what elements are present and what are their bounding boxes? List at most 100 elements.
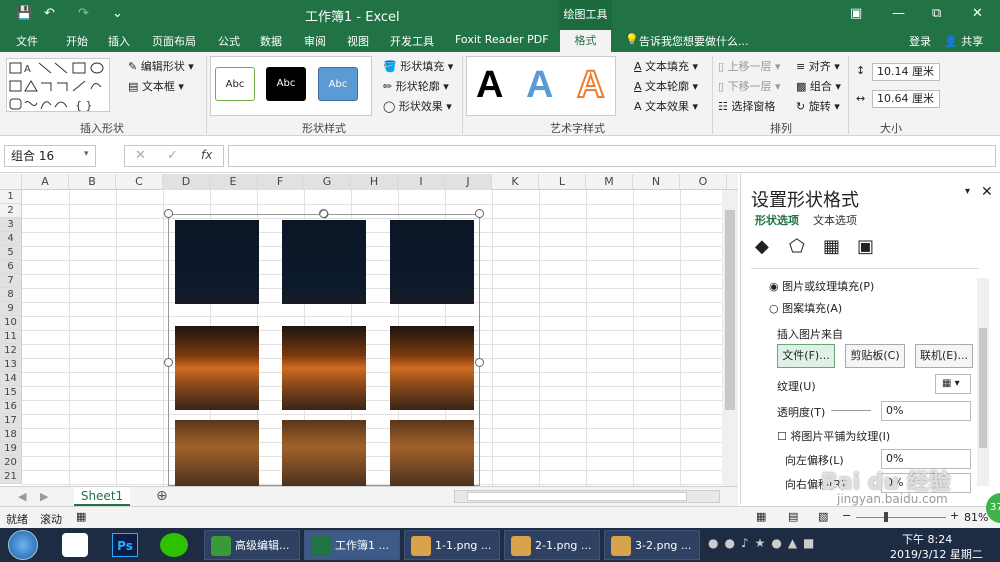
picture-tile[interactable] — [175, 220, 259, 304]
tab-formulas[interactable]: 公式 — [218, 33, 240, 49]
shape-width-input[interactable]: 10.64 厘米 — [872, 90, 940, 108]
column-header-E[interactable]: E — [210, 174, 257, 190]
shape-outline-button[interactable]: ✏ 形状轮廓 ▾ — [383, 78, 449, 94]
column-header-M[interactable]: M — [586, 174, 633, 190]
shape-effects-button[interactable]: ◯ 形状效果 ▾ — [383, 98, 452, 114]
tab-format[interactable]: 格式 — [560, 30, 611, 52]
row-header-5[interactable]: 5 — [0, 246, 22, 260]
resize-handle[interactable] — [475, 209, 484, 218]
row-header-12[interactable]: 12 — [0, 344, 22, 358]
shape-style-white[interactable]: Abc — [215, 67, 255, 101]
tab-text-options[interactable]: 文本选项 — [813, 212, 857, 228]
name-box[interactable]: 组合 16 — [4, 145, 96, 167]
text-outline-button[interactable]: A 文本轮廓 ▾ — [634, 78, 698, 94]
resize-handle[interactable] — [475, 358, 484, 367]
clock-date[interactable]: 2019/3/12 星期二 — [890, 546, 983, 562]
column-header-J[interactable]: J — [445, 174, 492, 190]
shapes-gallery[interactable]: A { } — [6, 58, 110, 112]
picture-fill-radio[interactable]: ◉ 图片或纹理填充(P) — [769, 278, 874, 294]
vertical-scrollbar[interactable] — [722, 190, 738, 486]
send-backward-button[interactable]: ▯ 下移一层 ▾ — [718, 78, 781, 94]
picture-tile[interactable] — [390, 326, 474, 410]
resize-handle[interactable] — [164, 209, 173, 218]
online-button[interactable]: 联机(E)... — [915, 344, 973, 368]
save-icon[interactable]: 💾 — [16, 6, 32, 21]
picture-tile[interactable] — [390, 420, 474, 486]
pane-scrollbar[interactable] — [977, 278, 989, 486]
shape-height-input[interactable]: 10.14 厘米 — [872, 63, 940, 81]
minimize-icon[interactable]: — — [892, 6, 905, 21]
row-header-1[interactable]: 1 — [0, 190, 22, 204]
picture-icon[interactable]: ▣ — [857, 236, 874, 257]
resize-handle[interactable] — [164, 358, 173, 367]
column-header-F[interactable]: F — [257, 174, 304, 190]
undo-icon[interactable]: ↶ — [44, 6, 55, 21]
text-fill-button[interactable]: A 文本填充 ▾ — [634, 58, 698, 74]
taskbar-item-image3[interactable]: 3-2.png ... — [604, 530, 700, 560]
fill-line-icon[interactable]: ◆ — [755, 236, 769, 257]
macro-record-icon[interactable]: ▦ — [76, 510, 86, 523]
next-sheet-icon[interactable]: ▶ — [40, 490, 48, 503]
rotate-handle-icon[interactable] — [318, 208, 330, 220]
tab-developer[interactable]: 开发工具 — [390, 33, 434, 49]
new-sheet-icon[interactable]: ⊕ — [156, 488, 168, 504]
column-header-K[interactable]: K — [492, 174, 539, 190]
prev-sheet-icon[interactable]: ◀ — [18, 490, 26, 503]
redo-icon[interactable]: ↷ — [78, 6, 89, 21]
sheet-tab-sheet1[interactable]: Sheet1 — [74, 487, 130, 506]
vertical-scroll-thumb[interactable] — [725, 210, 735, 410]
insert-function-button[interactable]: fx — [201, 148, 212, 162]
row-header-9[interactable]: 9 — [0, 302, 22, 316]
photoshop-icon[interactable]: Ps — [112, 533, 138, 557]
shape-fill-button[interactable]: 🪣 形状填充 ▾ — [383, 58, 453, 74]
column-header-H[interactable]: H — [351, 174, 398, 190]
edit-shape-button[interactable]: ✎ 编辑形状 ▾ — [128, 58, 194, 74]
zoom-slider-thumb[interactable] — [884, 512, 888, 522]
column-header-N[interactable]: N — [633, 174, 680, 190]
tab-page-layout[interactable]: 页面布局 — [152, 33, 196, 49]
page-break-view-icon[interactable]: ▧ — [818, 510, 828, 523]
taskbar-item-excel[interactable]: 工作簿1 ... — [304, 530, 400, 560]
column-header-D[interactable]: D — [163, 174, 210, 190]
zoom-slider[interactable] — [856, 517, 946, 518]
row-header-18[interactable]: 18 — [0, 428, 22, 442]
zoom-level[interactable]: 81% — [964, 511, 988, 524]
column-header-B[interactable]: B — [69, 174, 116, 190]
taskbar-item-editor[interactable]: 高级编辑... — [204, 530, 300, 560]
column-header-C[interactable]: C — [116, 174, 163, 190]
worksheet-grid[interactable]: ABCDEFGHIJKLMNO 1 2 3 4 5 6 7 8 9 10 11 12 13 14 15 16 1… — [0, 174, 738, 486]
tab-foxit[interactable]: Foxit Reader PDF — [455, 33, 549, 46]
row-header-7[interactable]: 7 — [0, 274, 22, 288]
ribbon-display-icon[interactable]: ▣ — [850, 6, 862, 21]
formula-input[interactable] — [228, 145, 996, 167]
row-header-2[interactable]: 2 — [0, 204, 22, 218]
picture-tile[interactable] — [282, 326, 366, 410]
picture-tile[interactable] — [175, 326, 259, 410]
picture-tile[interactable] — [390, 220, 474, 304]
zoom-out-icon[interactable]: − — [842, 509, 851, 522]
zoom-in-icon[interactable]: + — [950, 509, 959, 522]
text-effects-button[interactable]: A 文本效果 ▾ — [634, 98, 698, 114]
shape-style-black[interactable]: Abc — [266, 67, 306, 101]
taskbar-item-image1[interactable]: 1-1.png ... — [404, 530, 500, 560]
pinned-app-icon[interactable] — [62, 533, 88, 557]
tab-view[interactable]: 视图 — [347, 33, 369, 49]
column-header-G[interactable]: G — [304, 174, 351, 190]
row-header-20[interactable]: 20 — [0, 456, 22, 470]
size-properties-icon[interactable]: ▦ — [823, 236, 840, 257]
select-all-corner[interactable] — [0, 174, 22, 190]
tile-checkbox[interactable]: ☐ 将图片平铺为纹理(I) — [777, 428, 890, 444]
align-button[interactable]: ≡ 对齐 ▾ — [796, 58, 840, 74]
page-layout-view-icon[interactable]: ▤ — [788, 510, 798, 523]
effects-icon[interactable]: ⬠ — [789, 236, 805, 257]
selection-pane-button[interactable]: ☷ 选择窗格 — [718, 98, 775, 114]
tab-insert[interactable]: 插入 — [108, 33, 130, 49]
wordart-blue[interactable]: A — [526, 64, 553, 107]
shape-style-blue[interactable]: Abc — [318, 67, 358, 101]
horizontal-scrollbar[interactable] — [454, 490, 720, 503]
pane-close-icon[interactable]: ✕ — [981, 184, 993, 200]
textbox-button[interactable]: ▤ 文本框 ▾ — [128, 78, 184, 94]
tab-home[interactable]: 开始 — [66, 33, 88, 49]
row-header-3[interactable]: 3 — [0, 218, 22, 232]
normal-view-icon[interactable]: ▦ — [756, 510, 766, 523]
